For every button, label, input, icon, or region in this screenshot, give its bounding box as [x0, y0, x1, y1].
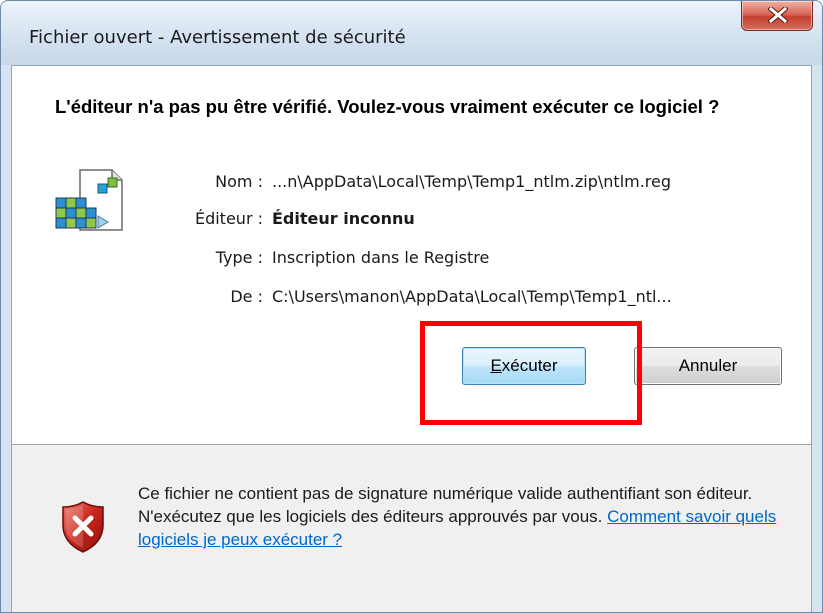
- close-icon: [768, 7, 788, 23]
- name-label: Nom :: [215, 172, 263, 191]
- from-value: C:\Users\manon\AppData\Local\Temp\Temp1_…: [272, 287, 672, 306]
- security-warning-dialog: Fichier ouvert - Avertissement de sécuri…: [0, 0, 823, 613]
- window-title: Fichier ouvert - Avertissement de sécuri…: [29, 27, 406, 48]
- highlight-annotation: [420, 321, 642, 425]
- dialog-heading: L'éditeur n'a pas pu être vérifié. Voule…: [55, 96, 720, 117]
- registry-file-icon: [55, 169, 123, 231]
- footer-message: Ce fichier ne contient pas de signature …: [138, 482, 788, 551]
- publisher-label: Éditeur :: [194, 209, 263, 228]
- name-value: ...n\AppData\Local\Temp\Temp1_ntlm.zip\n…: [272, 172, 672, 191]
- type-value: Inscription dans le Registre: [272, 248, 490, 267]
- type-label: Type :: [215, 248, 263, 267]
- title-bar[interactable]: Fichier ouvert - Avertissement de sécuri…: [1, 1, 822, 65]
- close-button[interactable]: [741, 1, 813, 31]
- cancel-button[interactable]: Annuler: [634, 347, 782, 385]
- publisher-value: Éditeur inconnu: [272, 209, 415, 228]
- dialog-content: L'éditeur n'a pas pu être vérifié. Voule…: [11, 65, 812, 612]
- warning-shield-icon: [62, 501, 104, 553]
- footer-panel: Ce fichier ne contient pas de signature …: [12, 445, 811, 612]
- from-label: De :: [230, 287, 263, 306]
